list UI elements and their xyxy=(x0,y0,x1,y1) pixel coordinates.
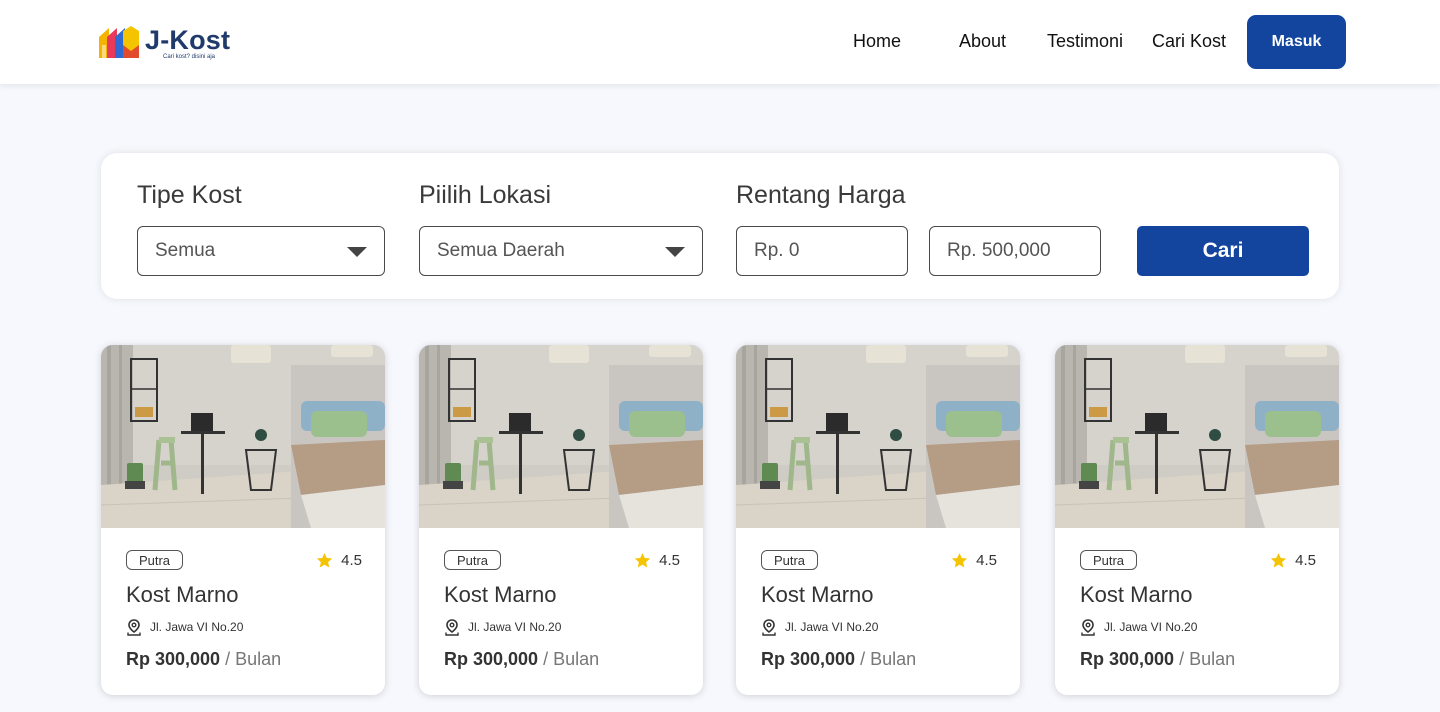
kost-price: Rp 300,000 / Bulan xyxy=(444,649,599,670)
star-icon xyxy=(634,552,651,567)
location-pin-icon xyxy=(1081,618,1095,636)
kost-address: Jl. Jawa VI No.20 xyxy=(126,618,243,636)
address-text: Jl. Jawa VI No.20 xyxy=(785,620,879,634)
location-pin-icon xyxy=(127,618,141,636)
room-photo xyxy=(736,345,1020,528)
kost-card[interactable]: Putra 4.5 Kost Marno Jl. Jawa VI No.20 R… xyxy=(419,345,703,695)
location-filter-label: Piilih Lokasi xyxy=(419,181,552,209)
type-select-value: Semua xyxy=(155,240,216,261)
brand-name: J-Kost xyxy=(145,25,231,55)
kost-type-badge: Putra xyxy=(761,550,818,570)
room-photo xyxy=(101,345,385,528)
kost-name: Kost Marno xyxy=(444,582,557,607)
price-value: Rp 300,000 xyxy=(444,649,539,669)
kost-card[interactable]: Putra 4.5 Kost Marno Jl. Jawa VI No.20 R… xyxy=(101,345,385,695)
location-select[interactable]: Semua Daerah xyxy=(419,226,703,276)
price-unit: / Bulan xyxy=(860,649,917,669)
type-filter-label: Tipe Kost xyxy=(137,181,242,209)
rating: 4.5 xyxy=(951,550,997,570)
location-select-value: Semua Daerah xyxy=(437,240,565,261)
login-button[interactable]: Masuk xyxy=(1247,15,1346,69)
kost-card[interactable]: Putra 4.5 Kost Marno Jl. Jawa VI No.20 R… xyxy=(1055,345,1339,695)
rating-value: 4.5 xyxy=(659,551,680,569)
kost-card[interactable]: Putra 4.5 Kost Marno Jl. Jawa VI No.20 R… xyxy=(736,345,1020,695)
search-button[interactable]: Cari xyxy=(1137,226,1309,276)
room-photo xyxy=(419,345,703,528)
star-icon xyxy=(1270,552,1287,567)
chevron-down-icon xyxy=(347,247,367,257)
kost-name: Kost Marno xyxy=(761,582,874,607)
type-select[interactable]: Semua xyxy=(137,226,385,276)
price-max-input[interactable]: Rp. 500,000 xyxy=(929,226,1101,276)
star-icon xyxy=(951,552,968,567)
price-min-value: Rp. 0 xyxy=(754,240,800,261)
chevron-down-icon xyxy=(665,247,685,257)
price-unit: / Bulan xyxy=(543,649,600,669)
price-value: Rp 300,000 xyxy=(761,649,856,669)
house-logo-icon xyxy=(99,26,139,58)
price-max-value: Rp. 500,000 xyxy=(947,240,1051,261)
brand-tagline: Cari kost? disini aja xyxy=(163,54,216,60)
rating-value: 4.5 xyxy=(1295,551,1316,569)
kost-price: Rp 300,000 / Bulan xyxy=(761,649,916,670)
rating-value: 4.5 xyxy=(976,551,997,569)
address-text: Jl. Jawa VI No.20 xyxy=(150,620,244,634)
kost-type-badge: Putra xyxy=(126,550,183,570)
top-navbar: J-Kost Cari kost? disini aja Home About … xyxy=(0,0,1440,84)
nav-cari-kost[interactable]: Cari Kost xyxy=(1152,31,1226,52)
rating-value: 4.5 xyxy=(341,551,362,569)
kost-name: Kost Marno xyxy=(126,582,239,607)
kost-price: Rp 300,000 / Bulan xyxy=(1080,649,1235,670)
price-range-label: Rentang Harga xyxy=(736,181,906,209)
location-pin-icon xyxy=(762,618,776,636)
location-pin-icon xyxy=(445,618,459,636)
room-photo xyxy=(1055,345,1339,528)
rating: 4.5 xyxy=(316,550,362,570)
nav-about[interactable]: About xyxy=(959,31,1006,52)
kost-type-badge: Putra xyxy=(444,550,501,570)
rating: 4.5 xyxy=(634,550,680,570)
brand-logo[interactable]: J-Kost Cari kost? disini aja xyxy=(97,25,230,65)
star-icon xyxy=(316,552,333,567)
price-value: Rp 300,000 xyxy=(126,649,221,669)
search-filter-panel: Tipe Kost Semua Piilih Lokasi Semua Daer… xyxy=(101,153,1339,299)
address-text: Jl. Jawa VI No.20 xyxy=(468,620,562,634)
price-min-input[interactable]: Rp. 0 xyxy=(736,226,908,276)
nav-testimoni[interactable]: Testimoni xyxy=(1047,31,1123,52)
kost-price: Rp 300,000 / Bulan xyxy=(126,649,281,670)
price-value: Rp 300,000 xyxy=(1080,649,1175,669)
kost-name: Kost Marno xyxy=(1080,582,1193,607)
price-unit: / Bulan xyxy=(1179,649,1236,669)
price-unit: / Bulan xyxy=(225,649,282,669)
kost-address: Jl. Jawa VI No.20 xyxy=(1080,618,1197,636)
nav-home[interactable]: Home xyxy=(853,31,901,52)
address-text: Jl. Jawa VI No.20 xyxy=(1104,620,1198,634)
kost-address: Jl. Jawa VI No.20 xyxy=(444,618,561,636)
kost-address: Jl. Jawa VI No.20 xyxy=(761,618,878,636)
kost-type-badge: Putra xyxy=(1080,550,1137,570)
rating: 4.5 xyxy=(1270,550,1316,570)
